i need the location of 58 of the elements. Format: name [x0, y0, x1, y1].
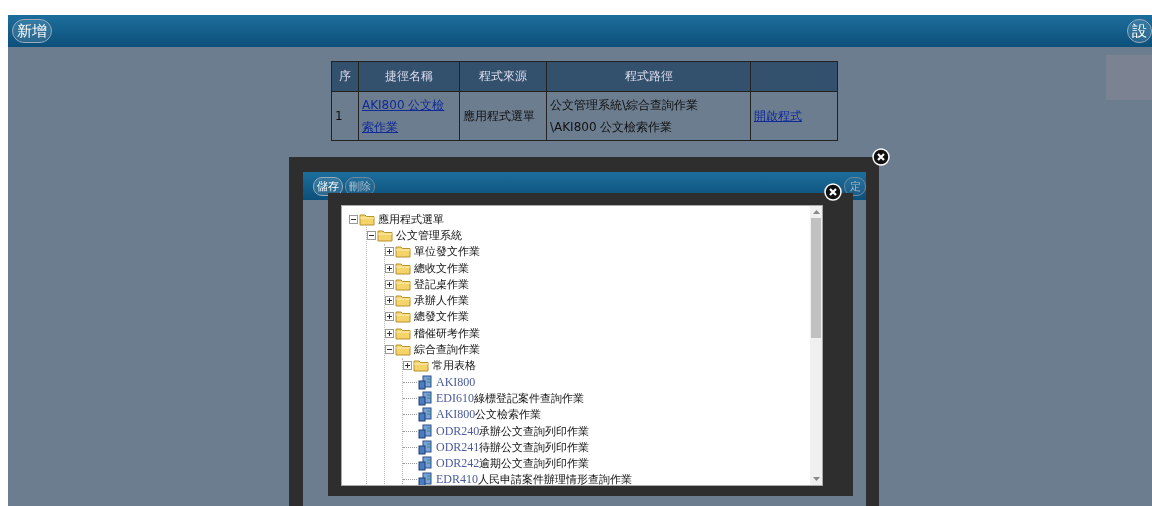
folder-icon — [359, 212, 375, 226]
folder-icon — [395, 277, 411, 291]
collapse-icon[interactable] — [385, 345, 394, 354]
tree-item[interactable]: 綜合查詢作業 — [414, 342, 480, 357]
folder-icon — [395, 294, 411, 308]
column-header: 程式路徑 — [546, 61, 751, 92]
table-cell: 公文管理系統\綜合查詢作業 \AKI800 公文檢索作業 — [546, 91, 751, 141]
toolbar-button[interactable]: 設 — [1127, 19, 1152, 43]
expand-icon[interactable] — [385, 279, 394, 289]
folder-icon — [395, 310, 411, 324]
tree-item[interactable]: 常用表格 — [432, 358, 476, 374]
scrollbar[interactable] — [810, 206, 822, 485]
tree-item[interactable]: ODR240承辦公文查詢列印作業 — [436, 423, 590, 439]
folder-icon — [377, 228, 393, 242]
column-header: 程式來源 — [459, 61, 547, 92]
tree-item[interactable]: 公文管理系統 — [396, 227, 462, 243]
tree-item[interactable]: 總收文作業 — [414, 260, 469, 276]
tree-item[interactable]: ODR241待辦公文查詢列印作業 — [436, 439, 590, 455]
folder-icon — [395, 326, 411, 340]
program-icon — [418, 472, 433, 485]
program-icon — [418, 407, 433, 423]
table-cell: 1 — [331, 91, 359, 141]
folder-icon — [395, 245, 411, 259]
expand-icon[interactable] — [385, 263, 394, 273]
program-icon — [418, 439, 433, 455]
folder-icon — [395, 343, 411, 356]
tree-item[interactable]: ODR242逾期公文查詢列印作業 — [436, 456, 590, 472]
folder-icon — [395, 261, 411, 275]
folder-icon — [413, 359, 429, 373]
column-header: 序 — [331, 61, 359, 92]
tree-item[interactable]: AKI800 — [436, 374, 476, 390]
close-icon[interactable] — [872, 148, 890, 166]
tree-item[interactable]: EDR410人民申請案件辦理情形查詢作業 — [436, 472, 632, 485]
collapse-icon[interactable] — [367, 230, 376, 240]
scroll-down-icon[interactable] — [812, 477, 820, 481]
expand-icon[interactable] — [385, 312, 394, 322]
expand-icon[interactable] — [385, 328, 394, 338]
table-cell: 應用程式選單 — [459, 91, 547, 141]
scroll-up-icon[interactable] — [812, 210, 820, 214]
tree-item[interactable]: 總發文作業 — [414, 309, 469, 325]
column-header: 捷徑名稱 — [358, 61, 460, 92]
expand-icon[interactable] — [403, 361, 412, 371]
tree-item[interactable]: AKI800公文檢索作業 — [436, 407, 542, 423]
tree-item[interactable]: 承辦人作業 — [414, 293, 469, 309]
tree-item[interactable]: 登記桌作業 — [414, 276, 469, 292]
toolbar-button[interactable]: 新增 — [12, 19, 52, 43]
expand-icon[interactable] — [385, 247, 394, 257]
program-icon — [418, 374, 433, 390]
close-icon[interactable] — [824, 183, 842, 201]
tree-item[interactable]: EDI610綠標登記案件查詢作業 — [436, 390, 584, 406]
tree-item[interactable]: 應用程式選單 — [378, 211, 444, 227]
program-icon — [418, 390, 433, 406]
program-icon — [418, 423, 433, 439]
program-icon — [418, 456, 433, 472]
tree-item[interactable]: 稽催研考作業 — [414, 325, 480, 341]
tree-item[interactable]: 單位發文作業 — [414, 244, 480, 260]
collapse-icon[interactable] — [349, 214, 358, 224]
expand-icon[interactable] — [385, 296, 394, 306]
